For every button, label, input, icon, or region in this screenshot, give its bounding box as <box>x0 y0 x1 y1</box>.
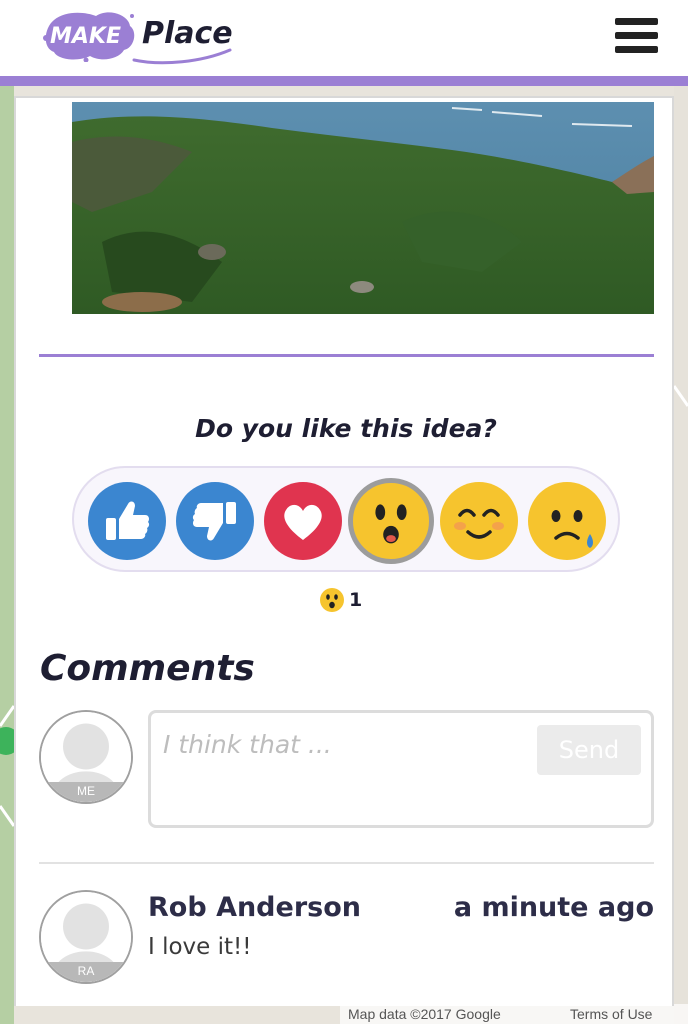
idea-photo <box>72 102 654 314</box>
thumbs-down-icon <box>192 502 236 541</box>
section-divider <box>39 354 654 357</box>
sad-face-icon <box>551 510 593 548</box>
thumbs-down-reaction[interactable] <box>176 482 254 560</box>
happy-reaction[interactable] <box>440 482 518 560</box>
commenter-initials: RA <box>41 962 131 982</box>
thumbs-up-reaction[interactable] <box>88 482 166 560</box>
comment-timestamp: a minute ago <box>453 892 654 923</box>
reaction-bar <box>72 466 620 572</box>
send-button[interactable]: Send <box>537 725 641 775</box>
comments-heading: Comments <box>40 648 255 689</box>
commenter-avatar[interactable]: RA <box>39 890 133 984</box>
happy-face-icon <box>454 508 504 539</box>
coastal-hillside-photo-image <box>72 102 654 314</box>
header-accent-bar <box>0 76 688 86</box>
logo-make-text: MAKE <box>50 24 121 49</box>
heart-reaction[interactable] <box>264 482 342 560</box>
comment-author[interactable]: Rob Anderson <box>148 892 361 923</box>
reaction-count-number: 1 <box>349 589 363 611</box>
heart-icon <box>284 504 322 540</box>
logo-swoosh-icon <box>132 48 232 65</box>
app-header: MAKE Place <box>0 0 688 76</box>
hamburger-menu-icon[interactable] <box>612 14 662 58</box>
comment-separator <box>39 862 654 864</box>
map-attribution[interactable]: Map data ©2017 Google Terms of Use <box>340 1004 688 1024</box>
makeplace-logo[interactable]: MAKE Place <box>34 6 244 70</box>
surprised-face-icon <box>375 504 407 544</box>
comment-form: Send <box>148 710 654 828</box>
comment-input[interactable] <box>161 723 525 765</box>
map-data-credit: Map data ©2017 Google <box>348 1006 501 1022</box>
map-terms-link[interactable]: Terms of Use <box>570 1006 652 1022</box>
idea-panel[interactable]: Do you like this idea? 1 Comments ME I t… <box>14 96 674 1006</box>
comment-text: I love it!! <box>148 934 252 960</box>
reaction-count: 1 <box>319 587 379 617</box>
thumbs-up-icon <box>106 501 150 540</box>
reaction-question: Do you like this idea? <box>195 414 497 443</box>
surprised-reaction[interactable] <box>348 478 434 564</box>
my-avatar-initials: ME <box>41 782 131 802</box>
surprised-face-small-icon <box>320 588 344 612</box>
sad-reaction[interactable] <box>528 482 606 560</box>
my-avatar: ME <box>39 710 133 804</box>
